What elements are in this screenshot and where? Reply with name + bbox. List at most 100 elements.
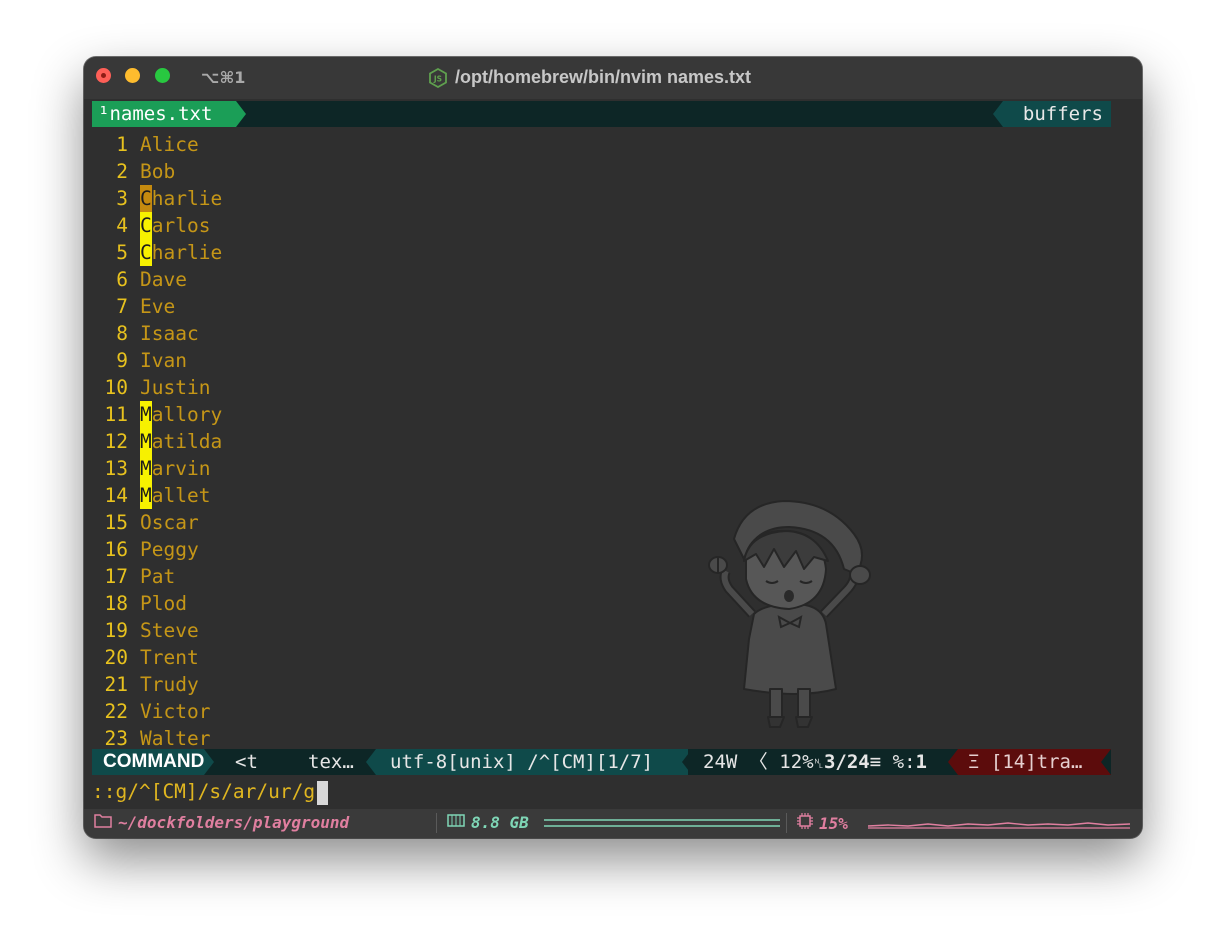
buffer-line[interactable]: 7 Eve [92, 293, 222, 320]
close-button[interactable] [96, 68, 111, 83]
line-number: 21 [104, 673, 128, 696]
line-number: 13 [104, 457, 128, 480]
background-character-art [704, 499, 879, 738]
status-words: 24W [703, 751, 738, 773]
buffer-line[interactable]: 14 Mallet [92, 482, 222, 509]
search-match: C [140, 185, 152, 212]
cpu-icon [797, 813, 813, 833]
line-text: Trent [140, 646, 199, 669]
buffer-line[interactable]: 21 Trudy [92, 671, 222, 698]
line-text: Steve [140, 619, 199, 642]
text-cursor [317, 780, 329, 805]
buffer-line[interactable]: 22 Victor [92, 698, 222, 725]
line-number: 22 [104, 700, 128, 723]
line-number: 3 [116, 187, 128, 210]
buffer-line[interactable]: 16 Peggy [92, 536, 222, 563]
buffers-label: buffers [993, 101, 1111, 127]
search-match: M [140, 401, 152, 428]
buffer-line[interactable]: 18 Plod [92, 590, 222, 617]
svg-text:JS: JS [433, 74, 442, 83]
search-match: C [140, 239, 152, 266]
search-match: C [140, 212, 152, 239]
buffer-line[interactable]: 23 Walter [92, 725, 222, 752]
line-number: 9 [116, 349, 128, 372]
line-text: Victor [140, 700, 211, 723]
cpu-graph [868, 822, 1130, 829]
buffer-line[interactable]: 4 Carlos [92, 212, 222, 239]
buffer-line[interactable]: 1 Alice [92, 131, 222, 158]
line-number: 12 [104, 430, 128, 453]
line-number: 2 [116, 160, 128, 183]
buffer-line[interactable]: 6 Dave [92, 266, 222, 293]
line-number: 4 [116, 214, 128, 237]
line-text: Ivan [140, 349, 187, 372]
line-number: 20 [104, 646, 128, 669]
line-text: Trudy [140, 673, 199, 696]
title-bar: ⌥⌘1 JS /opt/homebrew/bin/nvim names.txt [84, 57, 1142, 99]
command-text: ::g/^[CM]/s/ar/ur/g [92, 780, 316, 803]
line-text: Carlos [140, 212, 211, 239]
status-encoding: utf-8[unix] /^[CM][1/7] [366, 749, 688, 775]
cpu-indicator: 15% [797, 813, 848, 833]
buffer-line[interactable]: 8 Isaac [92, 320, 222, 347]
line-text: Marvin [140, 455, 211, 482]
line-number: 7 [116, 295, 128, 318]
line-number: 14 [104, 484, 128, 507]
buffer-line[interactable]: 3 Charlie [92, 185, 222, 212]
line-text: Charlie [140, 239, 223, 266]
line-text: Mallory [140, 401, 223, 428]
line-text: Charlie [140, 185, 223, 212]
separator [786, 813, 787, 833]
path-indicator[interactable]: ~/dockfolders/playground [94, 813, 349, 832]
buffer-line[interactable]: 20 Trent [92, 644, 222, 671]
line-text: Bob [140, 160, 176, 183]
status-warnings: Ξ [14]tra… [948, 749, 1111, 775]
buffer-line[interactable]: 15 Oscar [92, 509, 222, 536]
buffer-line[interactable]: 11 Mallory [92, 401, 222, 428]
column-icon: ≡ %: [869, 751, 916, 773]
line-number: 11 [104, 403, 128, 426]
buffer-line[interactable]: 13 Marvin [92, 455, 222, 482]
current-path: ~/dockfolders/playground [118, 813, 350, 832]
buffer-line[interactable]: 17 Pat [92, 563, 222, 590]
line-number-icon: ␤ [813, 757, 824, 772]
zoom-button[interactable] [155, 68, 170, 83]
line-number: 6 [116, 268, 128, 291]
buffer-line[interactable]: 5 Charlie [92, 239, 222, 266]
terminal-window: ⌥⌘1 JS /opt/homebrew/bin/nvim names.txt … [84, 57, 1142, 838]
line-text: Oscar [140, 511, 199, 534]
tab-shortcut: ⌥⌘1 [201, 68, 246, 87]
line-text: Isaac [140, 322, 199, 345]
line-number: 1 [116, 133, 128, 156]
line-text: Eve [140, 295, 176, 318]
line-text: Plod [140, 592, 187, 615]
line-number: 18 [104, 592, 128, 615]
memory-graph [544, 819, 780, 827]
line-number: 23 [104, 727, 128, 750]
separator [436, 813, 437, 833]
line-number: 15 [104, 511, 128, 534]
line-text: Peggy [140, 538, 199, 561]
buffer-line[interactable]: 12 Matilda [92, 428, 222, 455]
status-percent: 12% [779, 751, 814, 773]
window-title: /opt/homebrew/bin/nvim names.txt [455, 67, 752, 87]
buffer-line[interactable]: 19 Steve [92, 617, 222, 644]
command-line[interactable]: ::g/^[CM]/s/ar/ur/g [92, 778, 329, 806]
tabline: ¹names.txt buffers [92, 101, 1111, 127]
status-col: 1 [915, 751, 927, 773]
line-text: Dave [140, 268, 187, 291]
buffer-content[interactable]: 1 Alice 2 Bob 3 Charlie 4 Carlos 5 Charlie 6 Dave 7 E… [92, 131, 223, 752]
memory-indicator: 8.8 GB [447, 813, 529, 832]
memory-icon [447, 813, 465, 832]
line-text: Pat [140, 565, 176, 588]
buffer-line[interactable]: 9 Ivan [92, 347, 222, 374]
minimize-button[interactable] [125, 68, 140, 83]
tab-names-txt[interactable]: ¹names.txt [92, 101, 246, 127]
buffer-line[interactable]: 10 Justin [92, 374, 222, 401]
status-filetype: tex… [308, 751, 354, 773]
line-number: 19 [104, 619, 128, 642]
line-number: 16 [104, 538, 128, 561]
status-position: 24W 〈 12%␤3/24≡ %:1 [682, 749, 948, 775]
buffer-line[interactable]: 2 Bob [92, 158, 222, 185]
search-match: M [140, 455, 152, 482]
